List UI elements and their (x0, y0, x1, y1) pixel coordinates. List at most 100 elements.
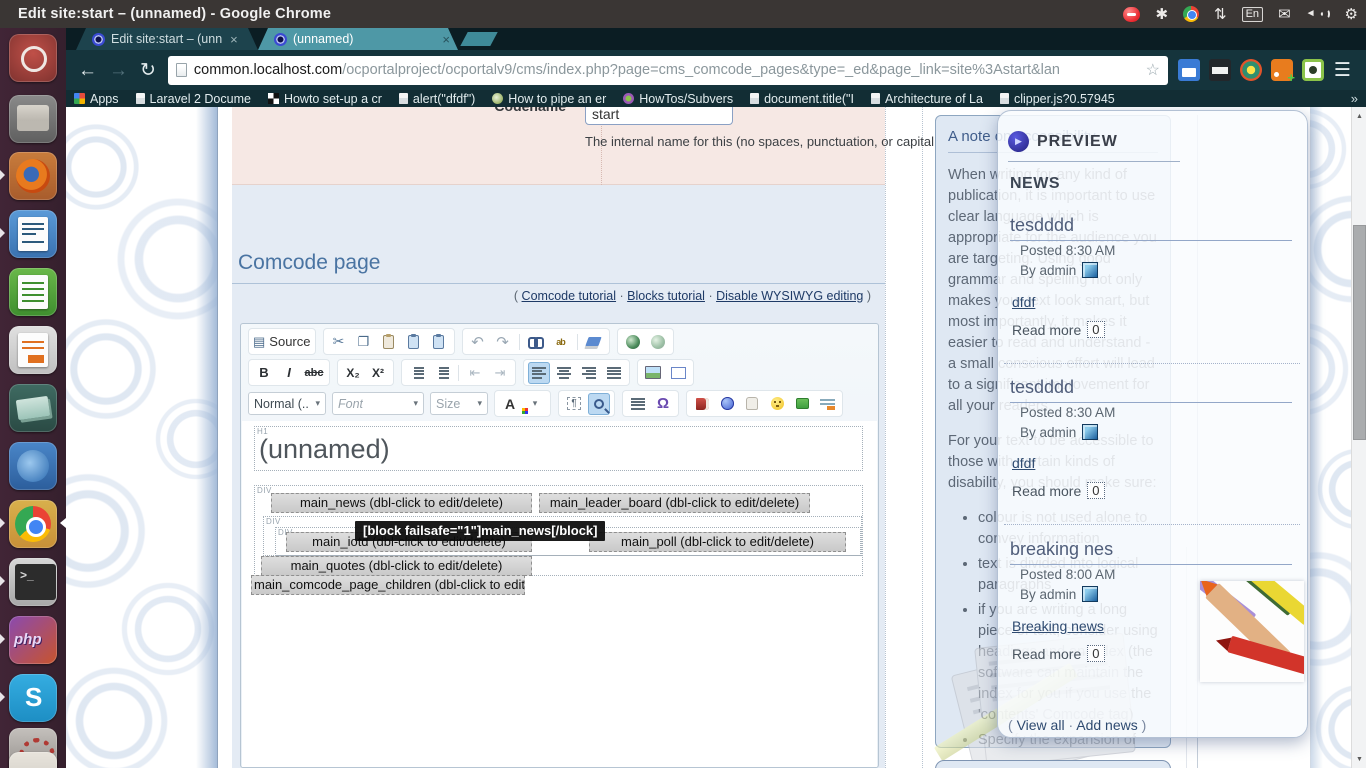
read-more[interactable]: Read more0 (1012, 482, 1105, 499)
forward-button[interactable]: → (109, 61, 128, 80)
cut-icon[interactable]: ✂ (328, 331, 350, 353)
launcher-firefox[interactable] (9, 152, 57, 200)
view-all-link[interactable]: View all (1017, 717, 1065, 733)
source-button[interactable]: ▤Source (253, 331, 311, 353)
block-main-quotes[interactable]: main_quotes (dbl-click to edit/delete) (261, 556, 532, 576)
preview-toggle-icon[interactable] (588, 393, 610, 415)
paste-text-icon[interactable] (403, 331, 425, 353)
insert-box-icon[interactable] (791, 393, 813, 415)
spellcheck-icon[interactable] (622, 331, 644, 353)
italic-button[interactable]: I (278, 362, 300, 384)
record-indicator-icon[interactable] (1123, 7, 1140, 22)
new-tab-button[interactable] (460, 32, 497, 46)
screenshot-extension-icon[interactable] (1302, 59, 1324, 81)
block-main-comcode-page-children[interactable]: main_comcode_page_children (dbl-click to… (251, 575, 525, 595)
keyboard-layout-indicator[interactable]: En (1242, 7, 1263, 22)
launcher-documentation[interactable] (9, 384, 57, 432)
chrome-tray-icon[interactable] (1183, 6, 1199, 22)
paste-icon[interactable] (378, 331, 400, 353)
back-button[interactable]: ← (78, 61, 97, 80)
superscript-button[interactable]: X² (367, 362, 389, 384)
page-break-icon[interactable] (627, 393, 649, 415)
news-title[interactable]: tesdddd (1010, 215, 1292, 241)
text-color-button[interactable]: A (499, 393, 521, 415)
network-updown-icon[interactable]: ⇅ (1214, 7, 1227, 22)
redo-icon[interactable]: ↷ (492, 331, 514, 353)
add-news-link[interactable]: Add news (1076, 717, 1137, 733)
scroll-up-icon[interactable]: ▲ (1352, 109, 1366, 123)
format-dropdown[interactable]: Normal (...▾ (248, 392, 326, 415)
bookmark-item[interactable]: document.title("I (750, 92, 854, 106)
launcher-skype[interactable] (9, 674, 57, 722)
strikethrough-button[interactable]: abc (303, 362, 325, 384)
block-main-poll[interactable]: main_poll (dbl-click to edit/delete) (589, 532, 846, 552)
session-gear-icon[interactable]: ⚙ (1345, 7, 1358, 22)
read-more[interactable]: Read more0 (1012, 321, 1105, 338)
launcher-libreoffice-calc[interactable] (9, 268, 57, 316)
launcher-text-editor[interactable] (9, 752, 57, 768)
comment-count[interactable]: 0 (1087, 645, 1104, 662)
font-dropdown[interactable]: Font▾ (332, 392, 424, 415)
remove-format-icon[interactable] (583, 331, 605, 353)
launcher-dash-home[interactable] (9, 34, 57, 82)
block-main-leader-board[interactable]: main_leader_board (dbl-click to edit/del… (539, 493, 810, 513)
rss-extension-icon[interactable] (1271, 59, 1293, 81)
news-title[interactable]: breaking nes (1010, 539, 1292, 565)
launcher-terminal[interactable] (9, 558, 57, 606)
align-right-icon[interactable] (578, 362, 600, 384)
insert-block-icon[interactable] (691, 393, 713, 415)
comcode-tag-icon[interactable] (716, 393, 738, 415)
blocks-tutorial-link[interactable]: Blocks tutorial (627, 289, 705, 303)
tab-unnamed-active[interactable]: (unnamed) × (258, 28, 458, 50)
read-more[interactable]: Read more0 (1012, 645, 1105, 662)
bookmark-item[interactable]: How to pipe an er (492, 92, 606, 106)
bookmark-item[interactable]: Architecture of La (871, 92, 983, 106)
special-char-icon[interactable]: Ω (652, 393, 674, 415)
undo-icon[interactable]: ↶ (467, 331, 489, 353)
launcher-file-manager[interactable] (9, 95, 57, 143)
align-left-icon[interactable] (528, 362, 550, 384)
numbered-list-icon[interactable] (406, 362, 428, 384)
block-main-news[interactable]: main_news (dbl-click to edit/delete) (271, 493, 532, 513)
align-justify-icon[interactable] (603, 362, 625, 384)
page-title-text[interactable]: (unnamed) (259, 434, 390, 465)
bookmark-item[interactable]: alert("dfdf") (399, 92, 475, 106)
editor-canvas[interactable]: H1 (unnamed) DIV main_news (dbl-click to… (242, 421, 877, 767)
mail-icon[interactable]: ✉ (1278, 7, 1291, 22)
copy-icon[interactable]: ❐ (353, 331, 375, 353)
comcode-tutorial-link[interactable]: Comcode tutorial (522, 289, 617, 303)
bold-button[interactable]: B (253, 362, 275, 384)
bullet-list-icon[interactable] (431, 362, 453, 384)
launcher-thunderbird[interactable] (9, 442, 57, 490)
extension-icon[interactable] (1178, 59, 1200, 81)
tab-close-icon[interactable]: × (230, 32, 238, 47)
bookmark-item[interactable]: HowTos/Subvers (623, 92, 733, 106)
comment-count[interactable]: 0 (1087, 482, 1104, 499)
spellcheck-options-icon[interactable] (647, 331, 669, 353)
insert-image-icon[interactable] (642, 362, 664, 384)
codename-input[interactable] (585, 107, 733, 125)
print-extension-icon[interactable] (1209, 59, 1231, 81)
size-dropdown[interactable]: Size▾ (430, 392, 488, 415)
url-bar[interactable]: common.localhost.com/ocportalproject/ocp… (168, 56, 1168, 85)
launcher-libreoffice-writer[interactable] (9, 210, 57, 258)
disable-wysiwyg-link[interactable]: Disable WYSIWYG editing (716, 289, 863, 303)
paste-word-icon[interactable] (428, 331, 450, 353)
bookmark-apps[interactable]: Apps (74, 92, 119, 106)
bookmark-item[interactable]: clipper.js?0.57945 (1000, 92, 1115, 106)
subscript-button[interactable]: X₂ (342, 362, 364, 384)
news-link[interactable]: dfdf (1012, 455, 1035, 471)
launcher-phpstorm[interactable] (9, 616, 57, 664)
outdent-icon[interactable]: ⇤ (464, 362, 486, 384)
emoticon-icon[interactable] (766, 393, 788, 415)
news-link[interactable]: Breaking news (1012, 618, 1104, 634)
launcher-chrome[interactable] (9, 500, 57, 548)
bookmarks-overflow-icon[interactable]: » (1351, 91, 1358, 106)
replace-icon[interactable]: ab (550, 331, 572, 353)
chrome-menu-icon[interactable]: ☰ (1334, 59, 1351, 82)
code-snippet-icon[interactable] (816, 393, 838, 415)
news-link[interactable]: dfdf (1012, 294, 1035, 310)
colorpicker-extension-icon[interactable] (1240, 59, 1262, 81)
find-icon[interactable] (525, 331, 547, 353)
insert-table-icon[interactable] (667, 362, 689, 384)
